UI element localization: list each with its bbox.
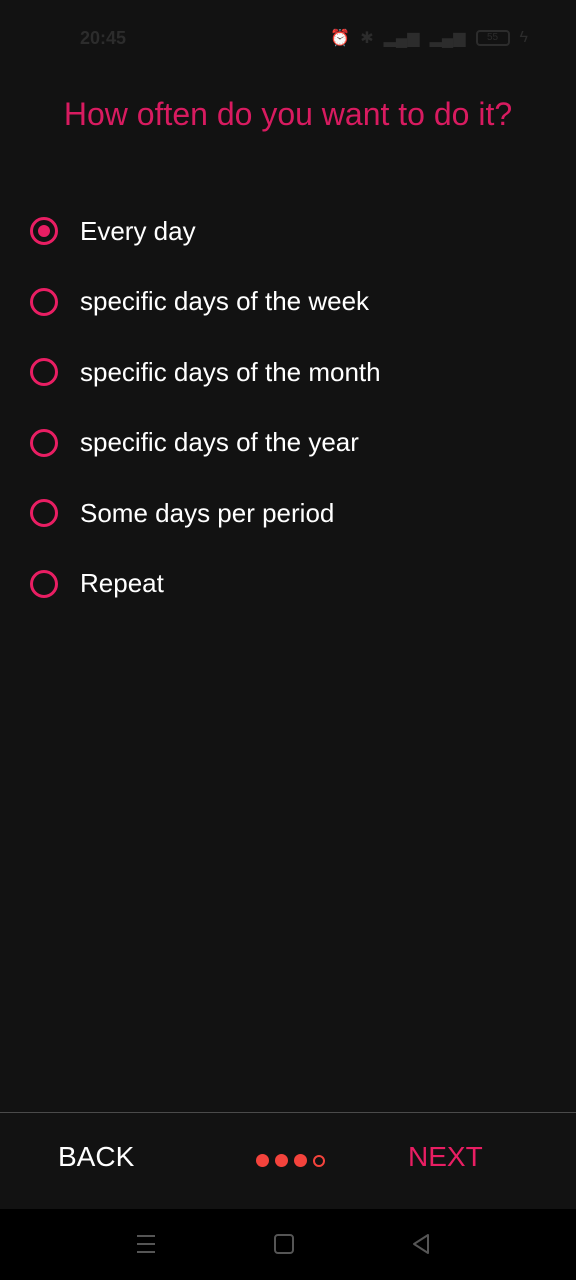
option-label: specific days of the month	[80, 356, 381, 387]
radio-checked-icon[interactable]	[30, 217, 58, 246]
signal-4g-icon: ▂▄▆	[429, 30, 466, 47]
radio-unchecked-icon[interactable]	[30, 569, 58, 598]
progress-dot-filled	[256, 1154, 269, 1167]
option-specific-days-week[interactable]: specific days of the week	[30, 267, 550, 338]
option-specific-days-year[interactable]: specific days of the year	[30, 408, 550, 479]
option-label: specific days of the week	[80, 286, 370, 317]
back-button[interactable]: BACK	[58, 1141, 134, 1173]
progress-dot-filled	[275, 1154, 288, 1167]
status-time: 20:45	[80, 28, 127, 48]
radio-unchecked-icon[interactable]	[30, 499, 58, 528]
option-label: Some days per period	[80, 497, 335, 528]
back-icon[interactable]	[409, 1231, 433, 1257]
option-label: Repeat	[80, 568, 164, 599]
option-repeat[interactable]: Repeat	[30, 549, 550, 620]
progress-dot-filled	[294, 1154, 307, 1167]
option-every-day[interactable]: Every day	[30, 196, 550, 267]
option-label: Every day	[80, 215, 196, 246]
alarm-icon: ⏰	[330, 30, 351, 47]
status-bar: 20:45 ⏰ ✱ ▂▄▆ ▂▄▆ 55 ϟ	[0, 0, 576, 78]
page-title: How often do you want to do it?	[63, 96, 513, 132]
signal-icon: ▂▄▆	[383, 30, 420, 47]
system-nav-bar	[0, 1209, 576, 1280]
menu-icon[interactable]	[134, 1231, 158, 1257]
radio-unchecked-icon[interactable]	[30, 358, 58, 387]
charging-icon: ϟ	[519, 29, 528, 46]
option-some-days-per-period[interactable]: Some days per period	[30, 478, 550, 549]
battery-icon: 55	[475, 30, 510, 46]
next-button[interactable]: NEXT	[408, 1141, 483, 1173]
progress-dots	[256, 1154, 325, 1167]
progress-dot-empty	[313, 1155, 325, 1167]
bottom-bar: BACK NEXT	[0, 1113, 576, 1209]
bluetooth-icon: ✱	[360, 30, 374, 47]
option-label: specific days of the year	[80, 427, 359, 458]
frequency-options: Every day specific days of the week spec…	[30, 196, 550, 619]
option-specific-days-month[interactable]: specific days of the month	[30, 337, 550, 408]
home-icon[interactable]	[272, 1231, 296, 1257]
battery-level: 55	[486, 32, 499, 43]
status-icons: ⏰ ✱ ▂▄▆ ▂▄▆ 55 ϟ	[330, 28, 528, 48]
radio-unchecked-icon[interactable]	[30, 428, 58, 457]
radio-unchecked-icon[interactable]	[30, 287, 58, 316]
